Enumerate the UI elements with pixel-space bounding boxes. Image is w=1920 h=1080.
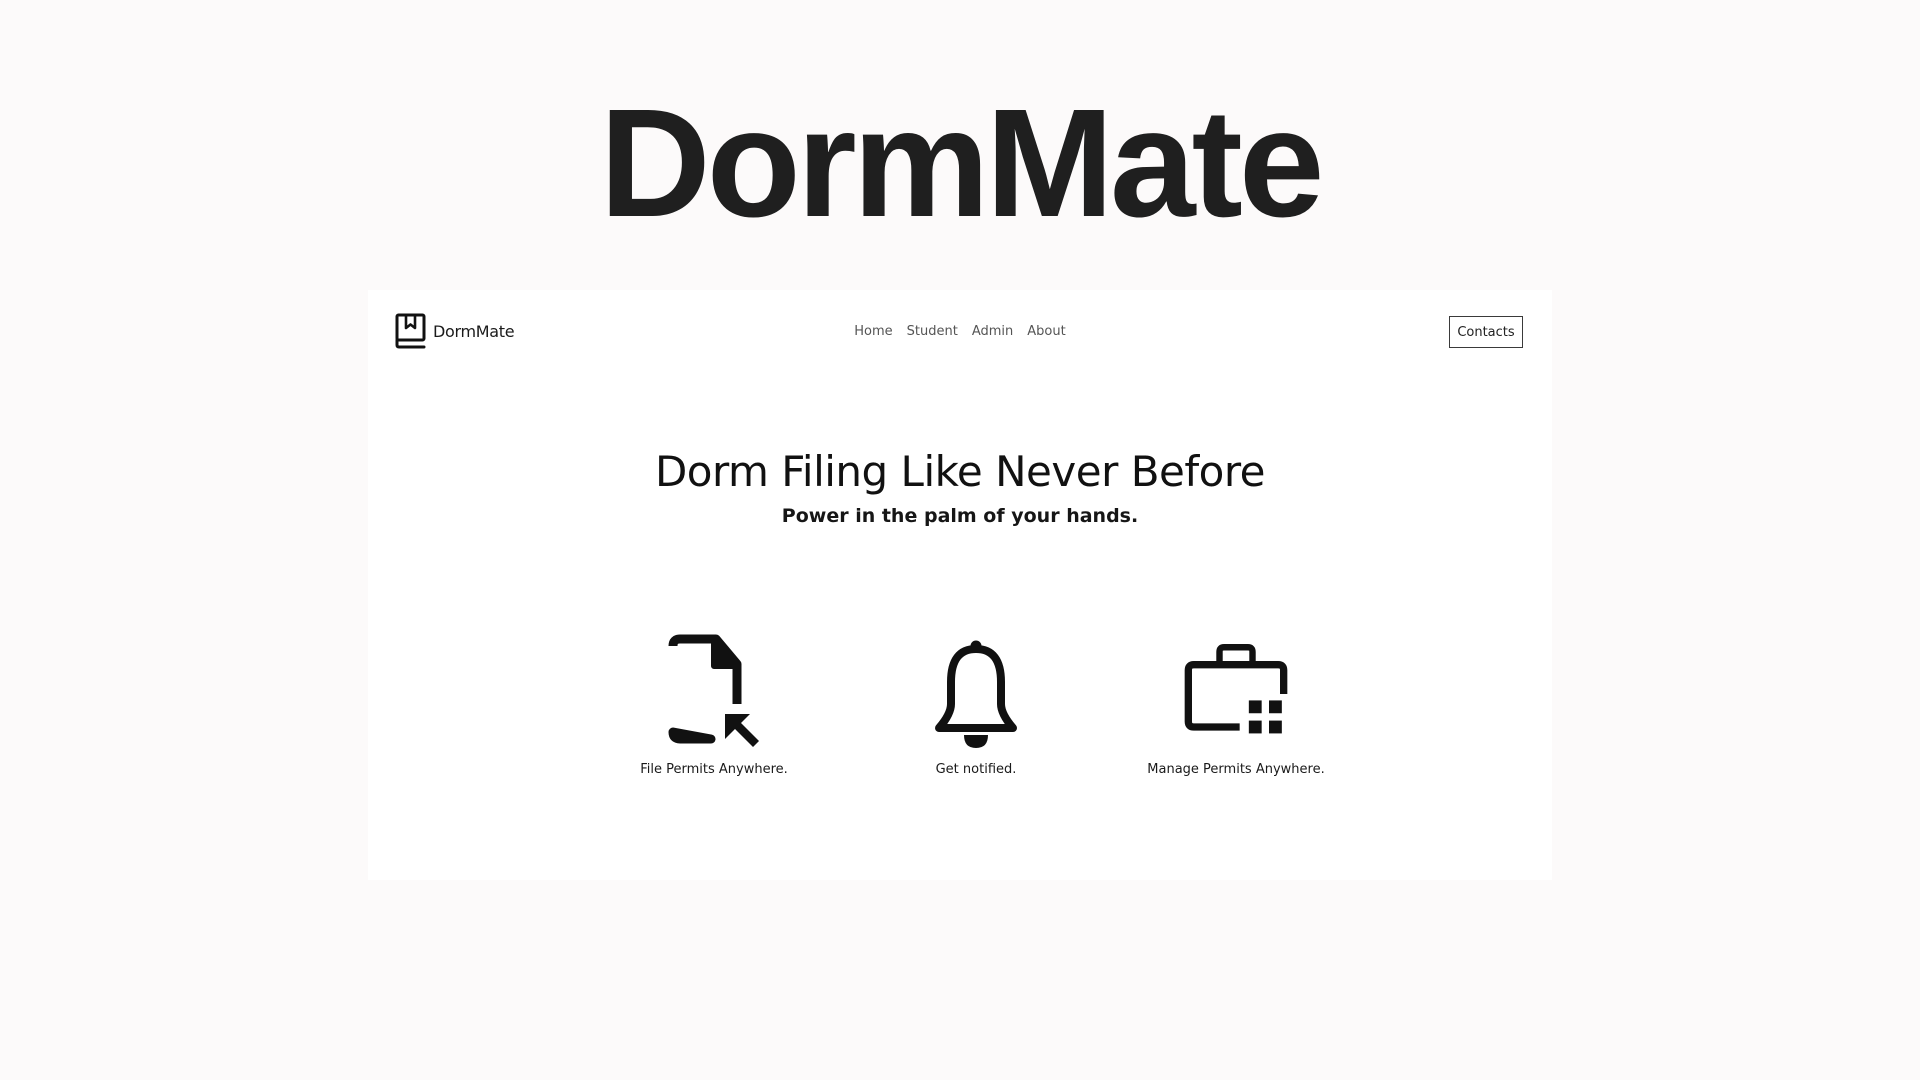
page-subheadline: Power in the palm of your hands. bbox=[781, 505, 1139, 527]
nav-link-student[interactable]: Student bbox=[907, 324, 958, 339]
page-headline: Dorm Filing Like Never Before bbox=[654, 447, 1266, 496]
feature-notifications: Get notified. bbox=[876, 634, 1076, 777]
nav-link-about[interactable]: About bbox=[1027, 324, 1065, 339]
feature-label-file-permits: File Permits Anywhere. bbox=[640, 762, 788, 777]
contacts-button[interactable]: Contacts bbox=[1449, 316, 1523, 348]
main-nav: Home Student Admin About bbox=[368, 324, 1552, 339]
feature-file-permits: File Permits Anywhere. bbox=[614, 634, 814, 777]
nav-link-home[interactable]: Home bbox=[854, 324, 892, 339]
document-pointer-icon bbox=[668, 634, 759, 747]
briefcase-grid-icon bbox=[1184, 644, 1288, 734]
website-preview: DormMate Home Student Admin About Contac… bbox=[368, 290, 1552, 880]
hero-title: DormMate bbox=[599, 77, 1324, 249]
feature-label-manage-permits: Manage Permits Anywhere. bbox=[1147, 762, 1325, 777]
nav-link-admin[interactable]: Admin bbox=[972, 324, 1013, 339]
feature-label-notifications: Get notified. bbox=[935, 762, 1017, 777]
bell-icon bbox=[935, 640, 1017, 748]
feature-manage-permits: Manage Permits Anywhere. bbox=[1136, 634, 1336, 777]
